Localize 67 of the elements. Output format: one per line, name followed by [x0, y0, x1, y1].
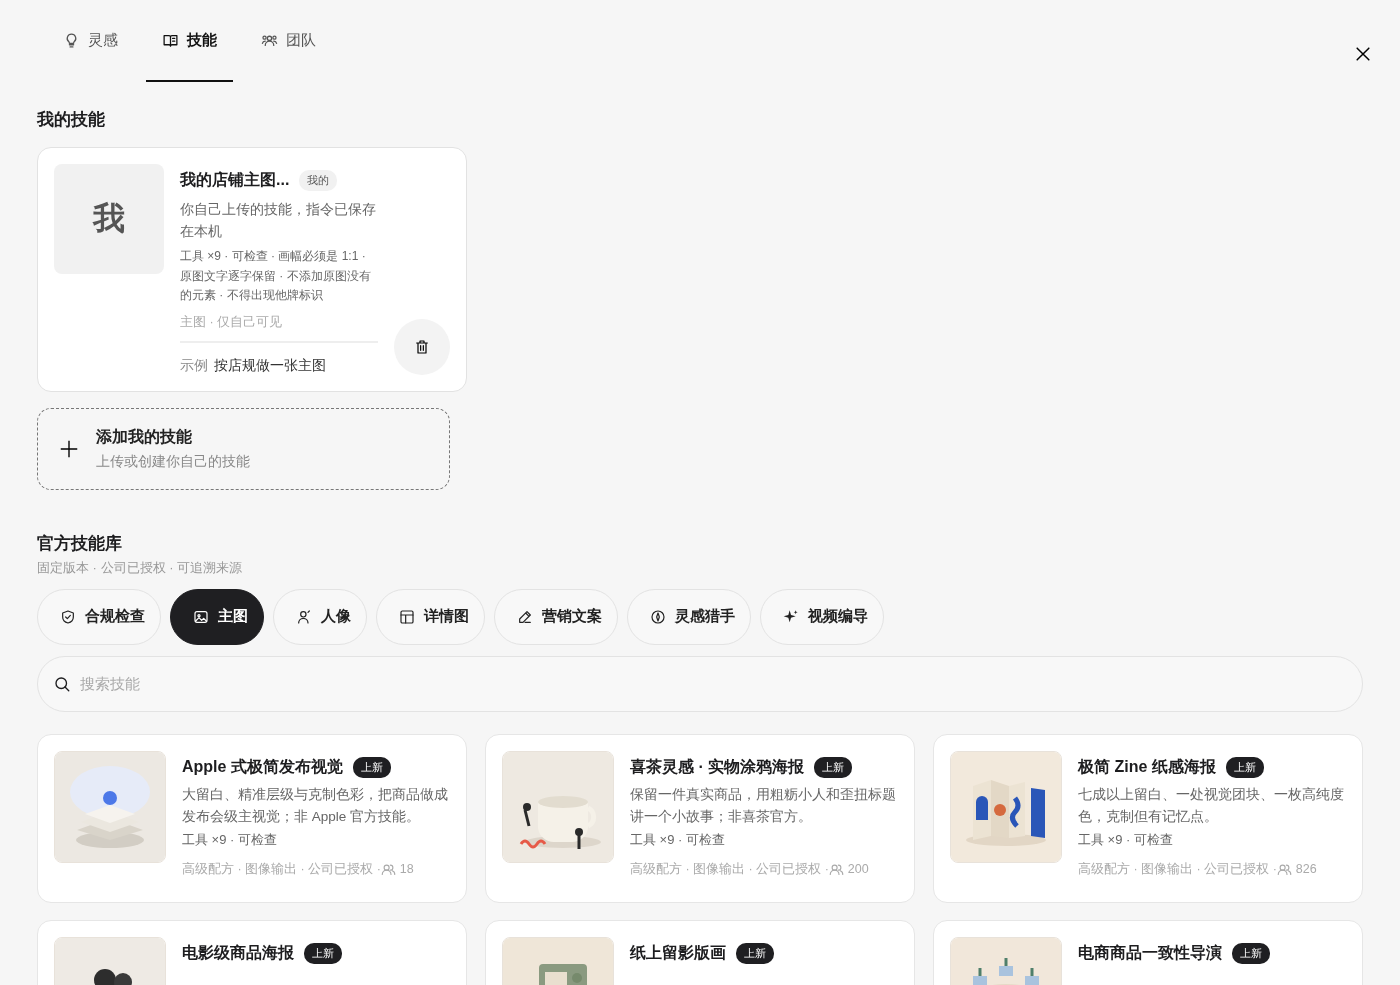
- example-label: 示例: [180, 356, 208, 375]
- category-chip[interactable]: 视频编导: [760, 588, 884, 645]
- user-count: 18: [399, 862, 414, 876]
- skill-title: 我的店铺主图...: [180, 170, 290, 190]
- skill-title: Apple 式极简发布视觉: [182, 756, 343, 777]
- category-chip[interactable]: 人像: [273, 588, 367, 645]
- category-chip[interactable]: 营销文案: [494, 588, 618, 645]
- badge: 上新: [1225, 756, 1264, 778]
- skill-meta: 高级配方 · 图像输出 · 公司已授权 ·: [182, 860, 381, 878]
- skill-title: 喜茶灵感 · 实物涂鸦海报: [630, 756, 805, 777]
- tab[interactable]: 灵感: [47, 0, 134, 82]
- skill-card[interactable]: 电影级商品海报 上新: [37, 919, 467, 985]
- section-title: 我的技能: [37, 109, 106, 131]
- user-count: 826: [1295, 862, 1317, 876]
- skill-meta: 高级配方 · 图像输出 · 公司已授权 ·: [630, 860, 829, 878]
- example-prompt: 按店规做一张主图: [214, 356, 326, 375]
- person-icon: [296, 608, 312, 625]
- skill-details: 工具 ×9 · 可检查: [1078, 830, 1174, 849]
- skill-description: 你自己上传的技能，指令已保存在本机: [180, 201, 377, 241]
- skill-details: 工具 ×9 · 可检查: [182, 830, 278, 849]
- user-count: 200: [847, 862, 869, 876]
- badge: 我的: [299, 170, 338, 191]
- trash-icon: [414, 338, 430, 355]
- users-icon: [1276, 861, 1292, 877]
- skill-card[interactable]: 纸上留影版画 上新: [485, 919, 915, 985]
- layout-icon: [399, 608, 415, 625]
- badge: 上新: [304, 942, 342, 964]
- skill-details: 工具 ×9 · 可检查: [630, 830, 726, 849]
- skill-description: 大留白、精准层级与克制色彩，把商品做成发布会级主视觉；非 Apple 官方技能。: [182, 785, 449, 826]
- skill-title: 纸上留影版画: [630, 942, 726, 963]
- compass-icon: [650, 608, 666, 625]
- skill-title: 极简 Zine 纸感海报: [1078, 756, 1216, 777]
- add-skill-subtitle: 上传或创建你自己的技能: [96, 452, 250, 471]
- skill-meta: 高级配方 · 图像输出 · 公司已授权 ·: [1078, 860, 1277, 878]
- badge: 上新: [814, 756, 853, 778]
- skill-card[interactable]: 极简 Zine 纸感海报 上新 七成以上留白、一处视觉团块、一枚高纯度色，克制但有记忆点。 工具 ×9 · 可检查 高级配方 · 图像输出 · 公司已授权 · 826: [933, 733, 1363, 903]
- section-subtitle: 固定版本 · 公司已授权 · 可追溯来源: [37, 558, 244, 577]
- search-field[interactable]: 搜索技能: [37, 655, 1363, 712]
- users-icon: [828, 861, 844, 877]
- category-chip[interactable]: 合规检查: [37, 588, 161, 645]
- tab[interactable]: 技能: [146, 0, 233, 82]
- skill-card[interactable]: Apple 式极简发布视觉 上新 大留白、精准层级与克制色彩，把商品做成发布会级主视觉；非 Apple 官方技能。 工具 ×9 · 可检查 高级配方 · 图像输出 · 公司已授权 · 18: [37, 733, 467, 903]
- tab[interactable]: 团队: [245, 0, 332, 82]
- sparkle-icon: [783, 608, 799, 625]
- badge: 上新: [352, 756, 391, 778]
- pen-icon: [517, 608, 533, 625]
- section-title: 官方技能库: [37, 532, 123, 555]
- skill-details: 工具 ×9 · 可检查 · 画幅必须是 1:1 · 原图文字逐字保留 · 不添加原图没有的元素 · 不得出现他牌标识: [180, 248, 372, 304]
- skill-meta: 主图 · 仅自己可见: [180, 313, 284, 331]
- skill-description: 七成以上留白、一处视觉团块、一枚高纯度色，克制但有记忆点。: [1078, 785, 1345, 826]
- category-chip[interactable]: 灵感猎手: [627, 588, 751, 645]
- skill-description: 保留一件真实商品，用粗粝小人和歪扭标题讲一个小故事；非喜茶官方。: [630, 785, 897, 826]
- add-skill-title: 添加我的技能: [96, 426, 193, 447]
- badge: 上新: [736, 942, 774, 964]
- skill-card[interactable]: 电商商品一致性导演 上新: [933, 919, 1363, 985]
- add-skill-button[interactable]: 添加我的技能 上传或创建你自己的技能: [37, 407, 450, 490]
- search-icon: [53, 674, 71, 693]
- badge: 上新: [1232, 942, 1270, 964]
- users-icon: [380, 861, 396, 877]
- shield-icon: [60, 608, 76, 625]
- skill-title: 电影级商品海报: [182, 942, 294, 963]
- skill-card[interactable]: 喜茶灵感 · 实物涂鸦海报 上新 保留一件真实商品，用粗粝小人和歪扭标题讲一个小故事；非喜茶官方。 工具 ×9 · 可检查 高级配方 · 图像输出 · 公司已授权 · 200: [485, 733, 915, 903]
- image-icon: [193, 608, 209, 625]
- skill-title: 电商商品一致性导演: [1078, 942, 1222, 963]
- category-chip[interactable]: 详情图: [376, 588, 485, 645]
- category-chip[interactable]: 主图: [170, 588, 264, 645]
- avatar: 我: [54, 164, 164, 274]
